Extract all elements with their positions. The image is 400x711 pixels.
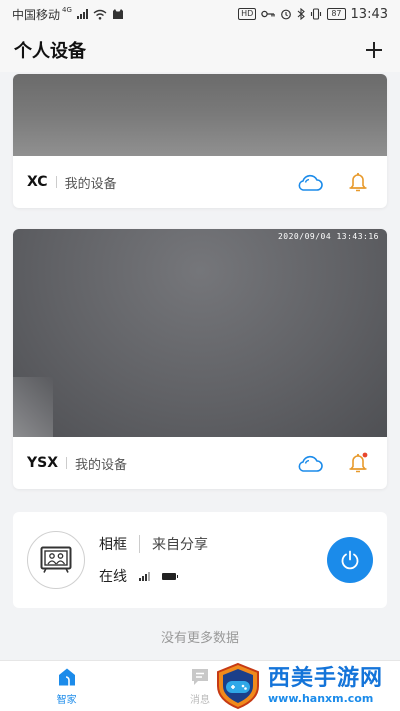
tab-label: 消息 [189, 695, 210, 706]
power-icon [341, 550, 359, 570]
tab-label: 智家 [56, 695, 77, 706]
divider [66, 457, 68, 469]
add-device-button[interactable] [362, 38, 386, 62]
bell-alert-icon [349, 452, 368, 473]
alarm-bell-button[interactable] [343, 448, 373, 478]
photo-frame-icon [40, 546, 72, 573]
cloud-icon [298, 455, 323, 472]
signal-strength-icon [139, 571, 150, 581]
divider [139, 535, 140, 553]
page-title: 个人设备 [14, 41, 86, 62]
site-watermark: 西美手游网 www.hanxm.com [214, 660, 394, 711]
device-card-xc[interactable]: XC 我的设备 [13, 74, 387, 208]
hd-badge: HD [238, 8, 257, 20]
app-header: 个人设备 [0, 28, 400, 72]
network-type: 4G [62, 5, 72, 14]
camera-preview[interactable]: 2020/09/04 13:43:16 [13, 229, 387, 437]
cat-app-icon [112, 9, 123, 19]
wifi-icon [93, 9, 107, 20]
message-icon [191, 669, 208, 685]
device-owner: 我的设备 [75, 457, 128, 473]
photo-frame-avatar [27, 531, 85, 589]
power-button[interactable] [327, 537, 373, 583]
online-status: 在线 [99, 569, 127, 585]
clock: 13:43 [350, 6, 388, 22]
list-end-text: 没有更多数据 [160, 631, 239, 646]
camera-preview[interactable] [13, 74, 387, 156]
cloud-storage-button[interactable] [295, 448, 325, 478]
device-name: XC [27, 174, 48, 190]
status-bar: 中国移动 4G HD 87 13:43 [0, 0, 400, 28]
device-card-footer: YSX 我的设备 [13, 437, 387, 489]
signal-icon [76, 9, 88, 19]
camera-timestamp: 2020/09/04 13:43:16 [277, 232, 379, 241]
device-owner: 我的设备 [64, 176, 117, 192]
cloud-icon [298, 174, 323, 191]
tab-home[interactable]: 智家 [0, 661, 133, 711]
alarm-icon [281, 9, 292, 20]
device-card-footer: XC 我的设备 [13, 156, 387, 208]
watermark-title: 西美手游网 [268, 666, 384, 691]
key-icon [261, 10, 275, 18]
battery-level-icon [162, 572, 178, 580]
bell-icon [349, 172, 367, 192]
device-card-ysx[interactable]: 2020/09/04 13:43:16 YSX 我的设备 [13, 229, 387, 489]
vibrate-icon [311, 8, 322, 20]
carrier-label: 中国移动 [12, 7, 61, 22]
cloud-storage-button[interactable] [295, 167, 325, 197]
gamepad-shield-logo [217, 662, 259, 709]
watermark-url: www.hanxm.com [268, 692, 374, 705]
alarm-bell-button[interactable] [343, 167, 373, 197]
shared-device-name: 相框 [99, 537, 127, 553]
divider [55, 176, 57, 188]
battery-icon: 87 [327, 8, 346, 20]
home-icon [58, 668, 75, 686]
device-name: YSX [27, 455, 59, 471]
bluetooth-icon [297, 8, 306, 20]
share-source: 来自分享 [152, 537, 208, 553]
shared-device-card[interactable]: 相框 来自分享 在线 [13, 512, 387, 608]
